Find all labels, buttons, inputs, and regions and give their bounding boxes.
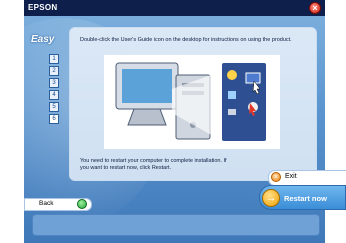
restart-note: You need to restart your computer to com… <box>80 158 227 171</box>
instruction-text: Double-click the User's Guide icon on th… <box>80 37 292 43</box>
content-panel: Double-click the User's Guide icon on th… <box>69 27 317 181</box>
footer-bar <box>32 214 320 236</box>
step-indicator-4: 4 <box>49 90 59 100</box>
title-bar: EPSON × <box>24 0 325 16</box>
easy-label: Easy <box>31 34 55 45</box>
arrow-right-icon: → <box>262 189 280 207</box>
back-button[interactable]: Back <box>24 198 92 211</box>
close-icon[interactable]: × <box>309 2 321 14</box>
desktop-icons-preview <box>222 63 266 141</box>
restart-now-label: Restart now <box>284 194 327 203</box>
exit-button-label: Exit <box>285 173 297 180</box>
restart-now-button[interactable]: → Restart now <box>259 185 346 210</box>
back-button-label: Back <box>39 200 54 207</box>
step-indicator-3: 3 <box>49 78 59 88</box>
step-indicator-1: 1 <box>49 54 59 64</box>
exit-button[interactable]: × Exit <box>268 170 346 186</box>
computer-illustration <box>104 55 280 149</box>
step-indicator-5: 5 <box>49 102 59 112</box>
step-indicator-6: 6 <box>49 114 59 124</box>
users-guide-icon <box>227 70 261 116</box>
back-arrow-icon <box>77 199 87 209</box>
step-indicator-2: 2 <box>49 66 59 76</box>
brand-logo: EPSON <box>28 3 58 12</box>
exit-icon: × <box>271 172 281 182</box>
